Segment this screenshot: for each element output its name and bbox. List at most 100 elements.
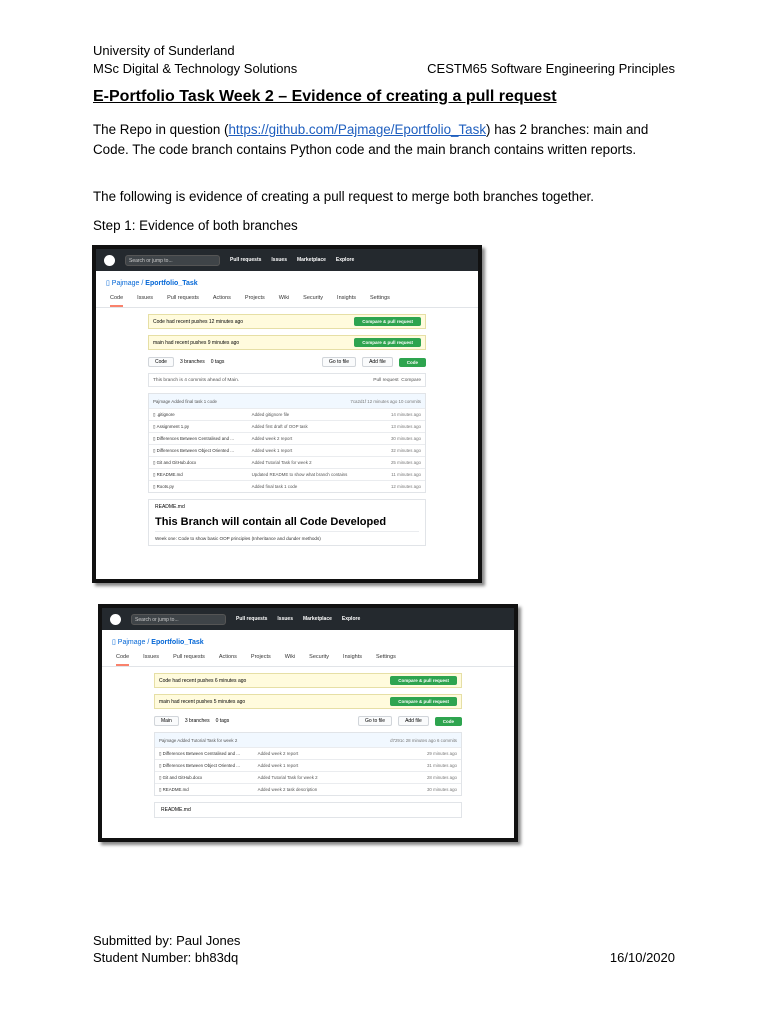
- nav-pull-requests: Pull requests: [230, 257, 262, 263]
- file-name: Git and GitHub.docx: [156, 460, 197, 465]
- file-commit-message: Updated README to show what branch conta…: [251, 472, 348, 477]
- commit-meta: 7ca2d1f 12 minutes ago 10 commits: [350, 399, 421, 404]
- repo-name: Eportfolio_Task: [151, 639, 204, 646]
- file-commit-message: Added week 2 report: [251, 436, 293, 441]
- commit-count: 6 commits: [436, 737, 457, 743]
- repo-owner: Pajmage: [111, 280, 140, 287]
- branch-count: 3 branches: [179, 359, 205, 365]
- tab-actions: Actions: [212, 295, 231, 301]
- file-row: ▯ Differences Between Centralised and ..…: [149, 432, 425, 444]
- go-to-file-button: Go to file: [358, 716, 393, 726]
- tab-code: Code: [116, 654, 130, 666]
- tab-settings: Settings: [376, 654, 396, 660]
- repo-path: ▯ Pajmage / Eportfolio_Task: [106, 280, 198, 287]
- compare-button: Compare & pull request: [390, 697, 457, 706]
- commit-time: 12 minutes ago: [367, 398, 398, 404]
- ahead-text: This branch is 4 commits ahead of Main.: [153, 377, 240, 383]
- tab-security: Security: [303, 295, 324, 301]
- university-name: University of Sunderland: [93, 43, 235, 58]
- github-logo-icon: [104, 254, 115, 266]
- repo-tabs: Code Issues Pull requests Actions Projec…: [96, 289, 478, 308]
- file-commit-time: 28 minutes ago: [426, 775, 457, 780]
- file-name: Differences Between Object Oriented ...: [162, 763, 240, 768]
- readme-label: README.md: [155, 504, 185, 510]
- document-title: E-Portfolio Task Week 2 – Evidence of cr…: [93, 88, 557, 105]
- file-row: ▯ Differences Between Object Oriented ..…: [155, 759, 461, 771]
- file-row: ▯ Differences Between Centralised and ..…: [155, 747, 461, 759]
- file-name: README.md: [162, 787, 189, 792]
- file-commit-time: 12 minutes ago: [390, 484, 421, 489]
- readme-text: Week one: Code to show basic OOP princip…: [155, 536, 321, 541]
- repo-name: Eportfolio_Task: [145, 280, 198, 287]
- go-to-file-button: Go to file: [322, 357, 357, 367]
- tab-wiki: Wiki: [284, 654, 296, 660]
- repo-tabs: Code Issues Pull requests Actions Projec…: [102, 648, 514, 667]
- compare-button: Compare & pull request: [390, 676, 457, 685]
- push-notice-text: Code had recent pushes 12 minutes ago: [153, 318, 244, 325]
- intro-text-start: The Repo in question (: [93, 122, 229, 137]
- file-commit-time: 14 minutes ago: [390, 412, 421, 417]
- module-name: CESTM65 Software Engineering Principles: [427, 61, 675, 76]
- readme-label: README.md: [161, 807, 191, 813]
- add-file-button: Add file: [398, 716, 429, 726]
- branch-select: Code: [148, 357, 174, 367]
- file-commit-time: 29 minutes ago: [426, 751, 457, 756]
- search-input: Search or jump to...: [125, 254, 220, 266]
- file-row: ▯ Differences Between Object Oriented ..…: [149, 444, 425, 456]
- file-row: ▯ README.md Updated README to show what b…: [149, 468, 425, 480]
- nav-marketplace: Marketplace: [296, 257, 326, 263]
- file-commit-time: 30 minutes ago: [390, 436, 421, 441]
- file-row: ▯ Assignment 1.py Added first draft of OO…: [149, 420, 425, 432]
- commit-hash: d7291c: [390, 737, 405, 743]
- branch-ahead-notice: This branch is 4 commits ahead of Main. P…: [148, 373, 426, 387]
- push-notice-text: Code had recent pushes 6 minutes ago: [159, 677, 247, 684]
- file-commit-message: Added Tutorial Task for week 2: [257, 775, 318, 780]
- file-commit-message: Added gitignore file: [251, 412, 290, 417]
- tab-projects: Projects: [244, 295, 265, 301]
- submission-date: 16/10/2020: [609, 950, 675, 965]
- evidence-paragraph: The following is evidence of creating a …: [93, 189, 594, 204]
- tab-pull-requests: Pull requests: [173, 654, 205, 660]
- file-commit-time: 30 minutes ago: [426, 787, 457, 792]
- tab-issues: Issues: [137, 295, 154, 301]
- file-name: .gitignore: [156, 412, 175, 417]
- file-commit-message: Added week 1 report: [257, 763, 299, 768]
- file-commit-time: 11 minutes ago: [391, 472, 421, 477]
- file-commit-time: 13 minutes ago: [390, 424, 421, 429]
- file-name: Roots.py: [156, 484, 174, 489]
- file-row: ▯ README.md Added week 2 task description…: [155, 783, 461, 795]
- push-notice-text: main had recent pushes 9 minutes ago: [153, 339, 240, 346]
- nav-explore: Explore: [335, 257, 355, 263]
- compare-button: Compare & pull request: [354, 317, 421, 326]
- tag-count: 0 tags: [215, 718, 230, 724]
- commit-time: 28 minutes ago: [405, 737, 436, 743]
- file-name: Git and GitHub.docx: [162, 775, 203, 780]
- nav-explore: Explore: [341, 616, 361, 622]
- branch-row: Code 3 branches 0 tags Go to file Add fi…: [148, 357, 426, 367]
- branch-select: Main: [154, 716, 179, 726]
- tab-insights: Insights: [337, 295, 357, 301]
- nav-pull-requests: Pull requests: [236, 616, 268, 622]
- tab-code: Code: [110, 295, 124, 307]
- github-logo-icon: [110, 613, 121, 625]
- readme-box: README.md This Branch will contain all C…: [148, 499, 426, 546]
- tab-settings: Settings: [370, 295, 390, 301]
- branch-row: Main 3 branches 0 tags Go to file Add fi…: [154, 716, 462, 726]
- repo-link[interactable]: https://github.com/Pajmage/Eportfolio_Ta…: [228, 122, 486, 137]
- push-notice-text: main had recent pushes 5 minutes ago: [159, 698, 246, 705]
- file-name: Differences Between Centralised and ...: [162, 751, 240, 756]
- file-commit-time: 25 minutes ago: [390, 460, 421, 465]
- branch-count: 3 branches: [184, 718, 210, 724]
- file-name: Differences Between Object Oriented ...: [156, 448, 234, 453]
- intro-paragraph: The Repo in question (https://github.com…: [93, 120, 675, 159]
- push-notice-main: main had recent pushes 9 minutes ago Comp…: [148, 335, 426, 350]
- tab-issues: Issues: [143, 654, 160, 660]
- commit-message: Pajmage Added final task 1 code: [153, 398, 217, 404]
- file-row: ▯ Git and GitHub.docx Added Tutorial Task…: [155, 771, 461, 783]
- push-notice-code: Code had recent pushes 6 minutes ago Comp…: [154, 673, 462, 688]
- commit-message: Pajmage Added Tutorial Task for week 2: [159, 737, 238, 743]
- file-commit-message: Added week 2 task description: [257, 787, 318, 792]
- file-list: Pajmage Added Tutorial Task for week 2 d…: [154, 732, 462, 796]
- file-name: Assignment 1.py: [156, 424, 190, 429]
- file-row: ▯ Git and GitHub.docx Added Tutorial Task…: [149, 456, 425, 468]
